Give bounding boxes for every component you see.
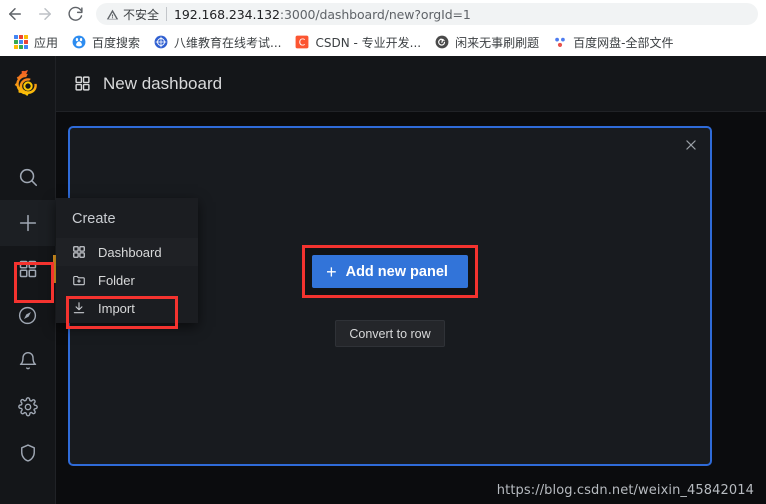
add-new-panel-label: Add new panel [345, 263, 448, 280]
sidebar-item-create[interactable] [0, 200, 56, 246]
bookmark-xianlai[interactable]: 闲来无事刷刷题 [429, 31, 545, 53]
bookmark-apps[interactable]: 应用 [8, 31, 64, 53]
create-menu-item-dashboard[interactable]: Dashboard [56, 238, 198, 266]
circle-arrow-icon [435, 35, 449, 49]
bookmark-label: 应用 [34, 35, 59, 50]
sidebar-item-alerting[interactable] [0, 338, 56, 384]
bookmark-label: 百度搜索 [92, 35, 141, 50]
page-title: New dashboard [103, 73, 223, 93]
add-new-panel-button[interactable]: + Add new panel [312, 255, 468, 288]
bookmark-label: CSDN - 专业开发... [315, 35, 422, 50]
url-text: 192.168.234.132:3000/dashboard/new?orgId… [174, 7, 471, 22]
create-menu-item-import[interactable]: Import [56, 294, 198, 322]
url-host: 192.168.234.132 [174, 6, 280, 22]
menu-item-label: Folder [98, 272, 135, 288]
baidu-pan-icon [553, 35, 567, 49]
convert-to-row-button[interactable]: Convert to row [335, 320, 445, 347]
url-path: :3000/dashboard/new?orgId=1 [279, 6, 471, 22]
sidebar-items [0, 154, 56, 476]
svg-text:C: C [299, 38, 306, 49]
bookmark-csdn[interactable]: C CSDN - 专业开发... [289, 31, 427, 53]
bookmark-baidu-pan[interactable]: 百度网盘-全部文件 [547, 31, 679, 53]
dashboard-grid-icon [72, 245, 88, 259]
sidebar-item-dashboards[interactable] [0, 246, 56, 292]
plus-icon: + [326, 261, 337, 282]
create-menu-heading: Create [72, 211, 116, 227]
sidebar-item-server-admin[interactable] [0, 430, 56, 476]
sidebar [0, 56, 56, 504]
sidebar-item-explore[interactable] [0, 292, 56, 338]
bookmark-baidu-search[interactable]: 百度搜索 [66, 31, 146, 53]
dashboard-grid-icon [74, 75, 91, 92]
globe-icon [154, 35, 168, 49]
folder-plus-icon [72, 273, 88, 287]
back-arrow-icon[interactable] [0, 0, 30, 28]
address-bar[interactable]: 不安全 192.168.234.132:3000/dashboard/new?o… [96, 3, 758, 25]
sidebar-item-configuration[interactable] [0, 384, 56, 430]
watermark-text: https://blog.csdn.net/weixin_45842014 [496, 483, 754, 498]
grafana-logo[interactable] [0, 56, 56, 112]
add-new-panel-highlight: + Add new panel [302, 245, 478, 298]
bookmarks-bar: 应用 百度搜索 八维教育在线考试... C CSDN - 专业开发... 闲来无… [0, 28, 766, 56]
screenshot-root: 不安全 192.168.234.132:3000/dashboard/new?o… [0, 0, 766, 504]
menu-item-label: Dashboard [98, 244, 162, 260]
sidebar-item-search[interactable] [0, 154, 56, 200]
csdn-icon: C [295, 35, 309, 49]
menu-item-label: Import [98, 300, 135, 316]
security-label: 不安全 [123, 7, 160, 22]
browser-nav-row: 不安全 192.168.234.132:3000/dashboard/new?o… [0, 0, 766, 28]
apps-grid-icon [14, 35, 28, 49]
create-dropdown-menu: Create Dashboard Folder Import [56, 198, 198, 323]
omnibox-divider [166, 7, 168, 21]
grafana-app: New dashboard + Add new panel Convert to… [0, 56, 766, 504]
baidu-icon [72, 35, 86, 49]
bookmark-label: 闲来无事刷刷题 [455, 35, 540, 50]
bookmark-bawei-exam[interactable]: 八维教育在线考试... [148, 31, 287, 53]
create-menu-item-folder[interactable]: Folder [56, 266, 198, 294]
import-download-icon [72, 301, 88, 315]
bookmark-label: 百度网盘-全部文件 [573, 35, 674, 50]
browser-chrome: 不安全 192.168.234.132:3000/dashboard/new?o… [0, 0, 766, 56]
reload-icon[interactable] [60, 0, 90, 28]
dashboard-header: New dashboard [56, 56, 766, 112]
bookmark-label: 八维教育在线考试... [174, 35, 282, 50]
forward-arrow-icon[interactable] [30, 0, 60, 28]
warning-triangle-icon [106, 8, 119, 21]
